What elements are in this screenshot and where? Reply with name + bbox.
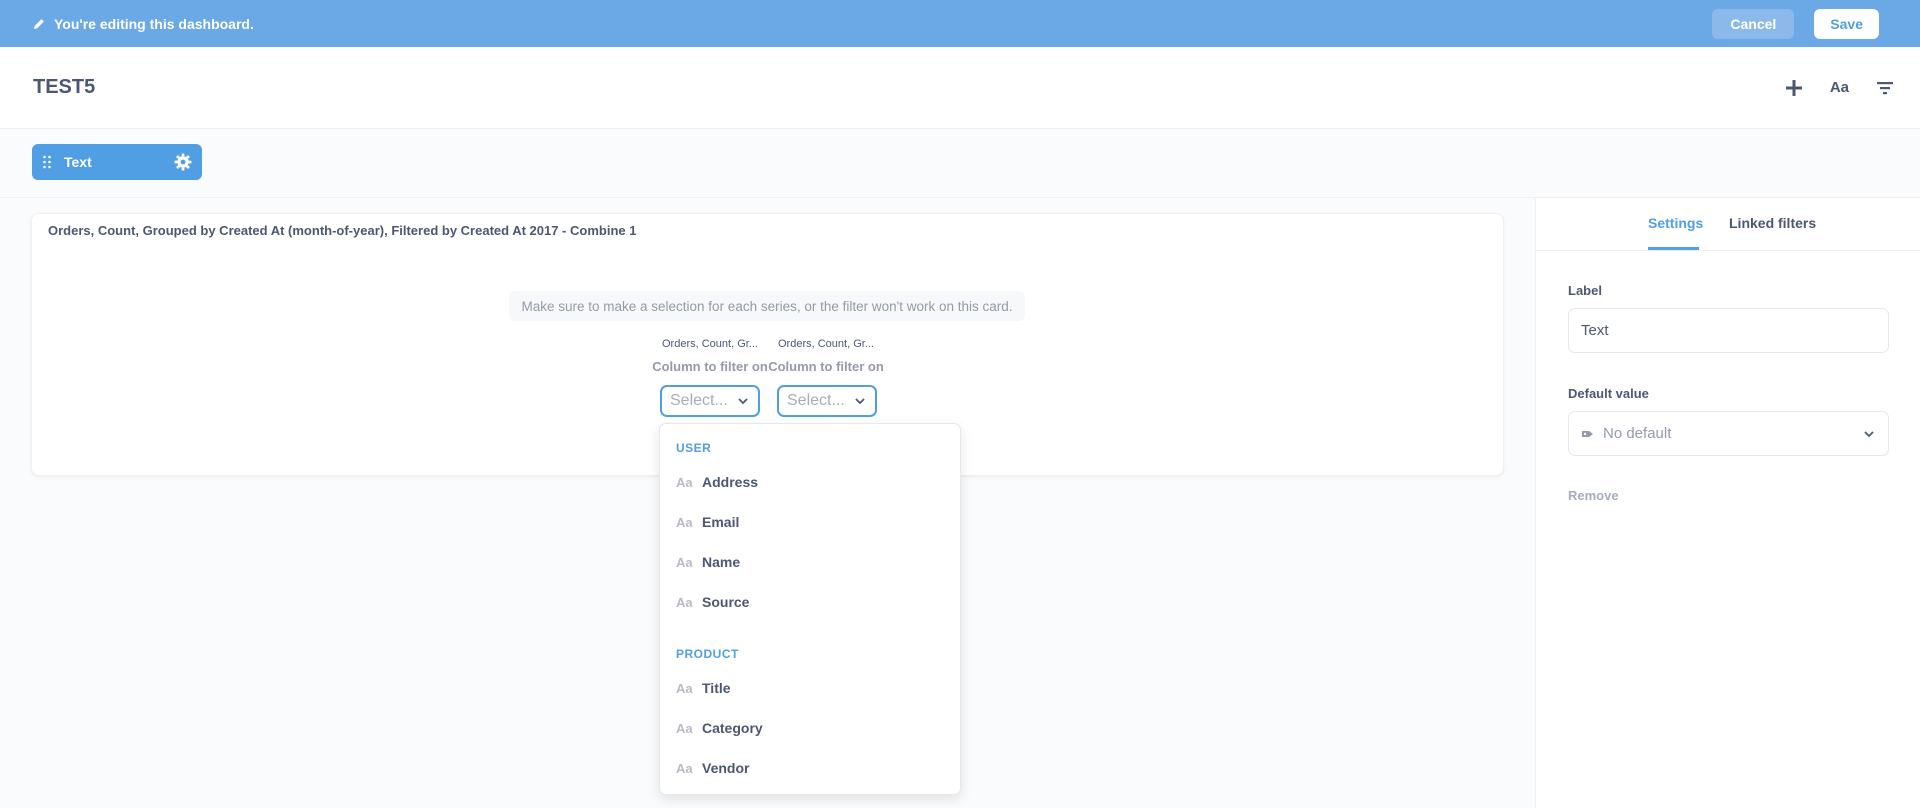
column-select-1[interactable]: Select... xyxy=(660,385,760,417)
tab-settings[interactable]: Settings xyxy=(1648,215,1703,231)
plus-icon[interactable] xyxy=(1784,78,1804,98)
filter-settings-sidebar: Settings Linked filters Label Text Defau… xyxy=(1535,198,1920,808)
option-name[interactable]: Aa Name xyxy=(676,550,740,574)
chevron-down-icon xyxy=(853,394,867,408)
label-field-label: Label xyxy=(1568,283,1602,298)
column-dropdown: USER Aa Address Aa Email Aa Name Aa Sour… xyxy=(659,423,961,795)
tag-icon xyxy=(1581,427,1595,441)
series-mapping-2: Orders, Count, Gr... Column to filter on xyxy=(766,338,886,374)
text-type-icon: Aa xyxy=(676,760,693,776)
series-mapping-1: Orders, Count, Gr... Column to filter on xyxy=(650,338,770,374)
tab-linked-filters[interactable]: Linked filters xyxy=(1729,215,1816,231)
select-placeholder: Select... xyxy=(787,392,845,409)
text-type-icon: Aa xyxy=(676,594,693,610)
option-category[interactable]: Aa Category xyxy=(676,716,763,740)
default-value-select[interactable]: No default xyxy=(1568,411,1889,456)
dashboard-title[interactable]: TEST5 xyxy=(33,76,95,99)
option-source[interactable]: Aa Source xyxy=(676,590,749,614)
filter-widget-text[interactable]: Text xyxy=(32,144,202,180)
text-type-icon: Aa xyxy=(676,554,693,570)
option-email[interactable]: Aa Email xyxy=(676,510,739,534)
text-type-icon: Aa xyxy=(676,474,693,490)
series-name: Orders, Count, Gr... xyxy=(662,338,758,350)
series-warning: Make sure to make a selection for each s… xyxy=(509,291,1025,321)
pencil-icon xyxy=(32,17,46,31)
filter-widget-label: Text xyxy=(64,154,92,170)
option-address[interactable]: Aa Address xyxy=(676,470,758,494)
section-header-user: USER xyxy=(676,441,712,455)
section-header-product: PRODUCT xyxy=(676,647,739,661)
gear-icon[interactable] xyxy=(174,153,192,171)
dashboard-header: TEST5 Aa xyxy=(0,47,1920,129)
filter-icon[interactable] xyxy=(1875,78,1895,98)
text-type-icon: Aa xyxy=(676,514,693,530)
default-value-text: No default xyxy=(1603,425,1672,442)
edit-message: You're editing this dashboard. xyxy=(54,15,254,32)
series-name: Orders, Count, Gr... xyxy=(778,338,874,350)
column-label: Column to filter on xyxy=(652,359,768,374)
sidebar-tabs: Settings Linked filters xyxy=(1536,198,1920,251)
option-vendor[interactable]: Aa Vendor xyxy=(676,756,749,780)
text-type-icon: Aa xyxy=(676,680,693,696)
column-select-2[interactable]: Select... xyxy=(777,385,877,417)
default-value-label: Default value xyxy=(1568,386,1649,401)
chevron-down-icon xyxy=(736,394,750,408)
dashboard-edit-bar: You're editing this dashboard. Cancel Sa… xyxy=(0,0,1920,47)
column-label: Column to filter on xyxy=(768,359,884,374)
edit-actions: Cancel Save xyxy=(1712,8,1879,39)
active-tab-indicator xyxy=(1648,247,1699,250)
header-tools: Aa xyxy=(1784,78,1895,98)
option-title[interactable]: Aa Title xyxy=(676,676,731,700)
grip-icon[interactable] xyxy=(42,155,52,169)
filter-bar: Text xyxy=(0,129,1920,198)
card-title: Orders, Count, Grouped by Created At (mo… xyxy=(48,223,637,238)
remove-filter-link[interactable]: Remove xyxy=(1568,488,1619,503)
select-placeholder: Select... xyxy=(670,392,728,409)
cancel-button[interactable]: Cancel xyxy=(1712,8,1795,39)
label-input[interactable]: Text xyxy=(1568,308,1889,353)
text-type-icon: Aa xyxy=(676,720,693,736)
text-aa-icon[interactable]: Aa xyxy=(1830,78,1849,98)
save-button[interactable]: Save xyxy=(1814,8,1879,39)
chevron-down-icon xyxy=(1862,427,1876,441)
